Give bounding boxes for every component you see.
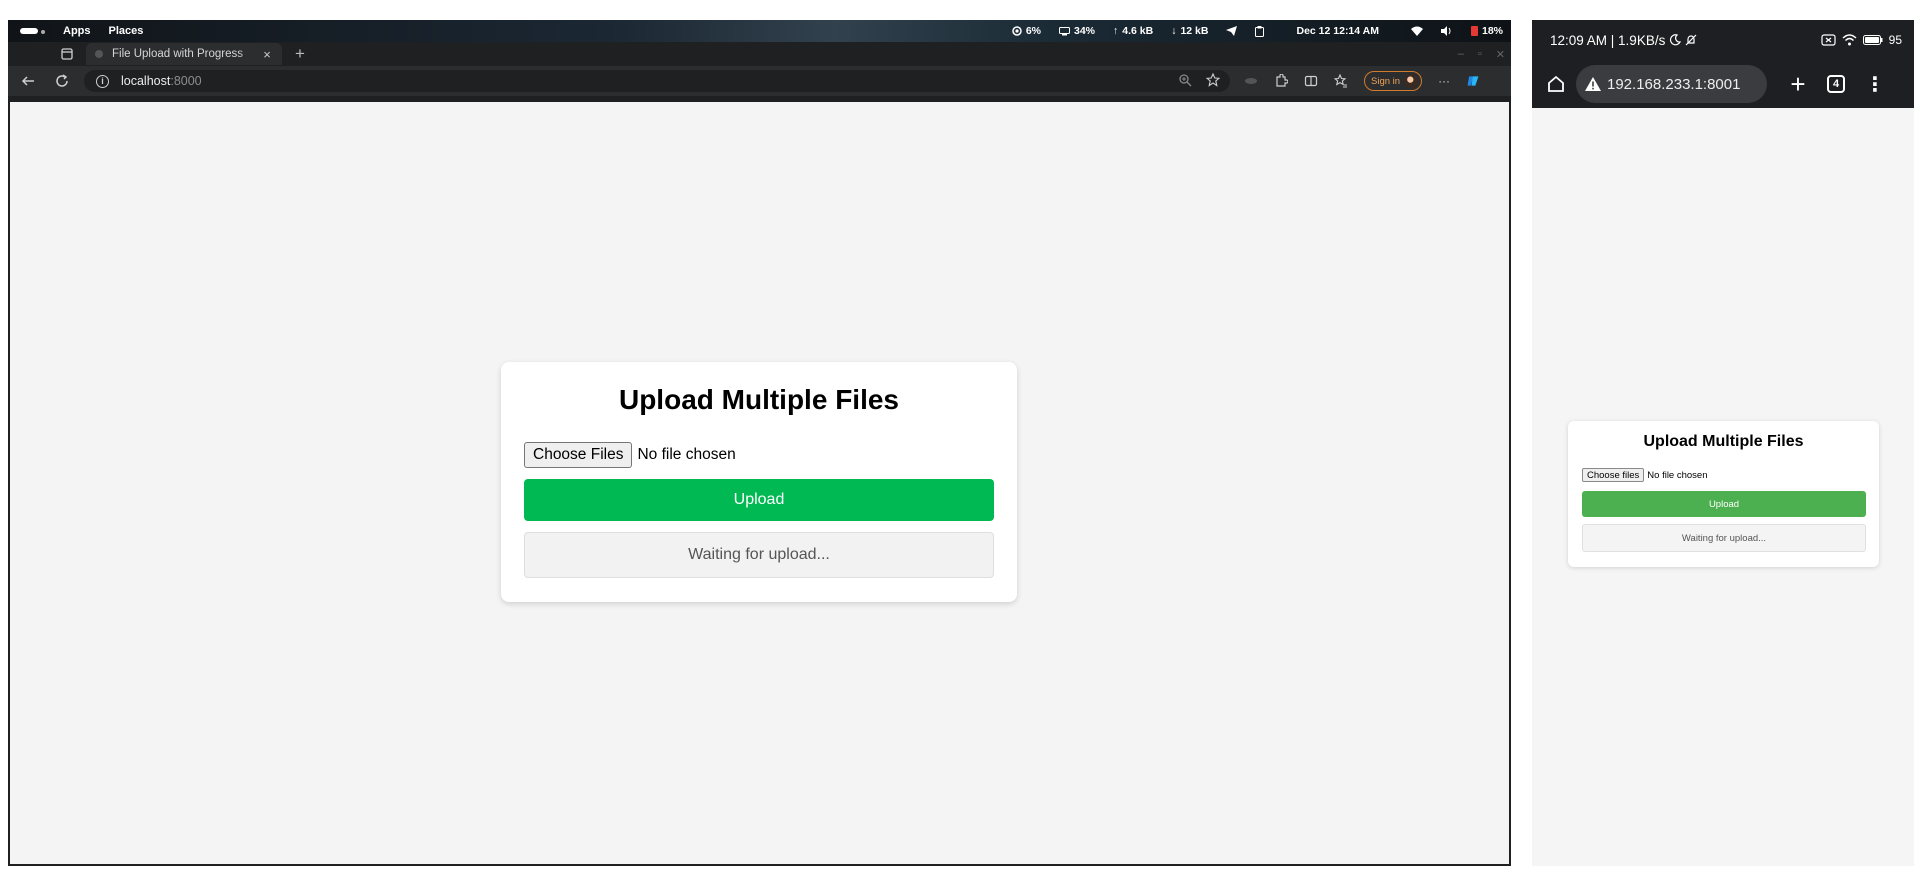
- memory-value: 34%: [1074, 25, 1096, 37]
- page-title: Upload Multiple Files: [1643, 433, 1804, 450]
- telegram-icon: [1226, 26, 1238, 36]
- arrow-up-icon: ↑: [1113, 25, 1119, 37]
- sign-in-label: Sign in: [1371, 75, 1401, 87]
- minimize-icon[interactable]: –: [1458, 48, 1464, 60]
- site-info-icon[interactable]: i: [96, 74, 109, 88]
- places-menu[interactable]: Places: [109, 25, 144, 37]
- favorite-star-icon[interactable]: [1206, 73, 1220, 87]
- upload-speed-indicator[interactable]: ↑ 4.6 kB: [1113, 25, 1153, 37]
- mobile-browser-toolbar: 192.168.233.1:8001 + 4 ⋮: [1532, 60, 1914, 108]
- upload-status: Waiting for upload...: [1582, 524, 1866, 552]
- warning-icon: [1585, 77, 1601, 91]
- choose-files-button[interactable]: Choose Files: [524, 442, 633, 468]
- mobile-address-bar[interactable]: 192.168.233.1:8001: [1576, 65, 1767, 103]
- tab-title: File Upload with Progress: [112, 48, 244, 60]
- page-title: Upload Multiple Files: [618, 384, 899, 415]
- upload-card: Upload Multiple Files Choose Files No fi…: [501, 362, 1017, 602]
- volume-tray[interactable]: [1440, 26, 1453, 36]
- avatar: [1404, 74, 1419, 88]
- new-tab-button[interactable]: +: [1787, 71, 1809, 97]
- download-speed-indicator[interactable]: ↓ 12 kB: [1171, 25, 1208, 37]
- tab-actions-icon: [61, 48, 73, 60]
- reload-button[interactable]: [52, 71, 72, 91]
- wifi-icon: [1842, 34, 1857, 46]
- system-top-bar: Apps Places 6% 34% ↑ 4.6 kB ↓ 12 kB Dec …: [8, 20, 1511, 42]
- no-file-text: No file chosen: [637, 446, 736, 463]
- upload-card: Upload Multiple Files Choose files No fi…: [1568, 421, 1879, 567]
- volume-icon: [1440, 26, 1451, 36]
- memory-indicator[interactable]: 34%: [1059, 25, 1095, 37]
- cpu-value: 6%: [1025, 25, 1041, 37]
- split-screen-icon[interactable]: [1304, 74, 1318, 88]
- extensions-puzzle-icon[interactable]: [1274, 74, 1288, 88]
- clock[interactable]: Dec 12 12:14 AM: [1296, 25, 1379, 37]
- url-host: localhost: [121, 74, 171, 88]
- memory-icon: [1059, 26, 1070, 35]
- browser-tab-strip: File Upload with Progress × + – ▫ ✕: [8, 42, 1511, 66]
- mobile-battery-value: 95: [1888, 33, 1902, 47]
- battery-icon: [1862, 35, 1883, 45]
- cpu-indicator[interactable]: 6%: [1012, 25, 1041, 37]
- tab-file-upload[interactable]: File Upload with Progress ×: [86, 43, 282, 65]
- clipboard-icon: [1255, 25, 1265, 37]
- battery-low-icon: [1470, 26, 1478, 36]
- battery-indicator[interactable]: 18%: [1470, 25, 1503, 37]
- page-viewport: Upload Multiple Files Choose Files No fi…: [10, 102, 1509, 864]
- address-bar[interactable]: i localhost:8000: [84, 70, 1230, 92]
- upload-speed-value: 4.6 kB: [1122, 25, 1154, 37]
- sim-off-icon: [1821, 34, 1836, 46]
- bell-muted-icon: [1685, 34, 1697, 46]
- download-speed-value: 12 kB: [1180, 25, 1209, 37]
- upload-button[interactable]: Upload: [1582, 491, 1866, 517]
- activities-indicator[interactable]: [20, 25, 45, 37]
- more-menu-icon[interactable]: ···: [1438, 74, 1450, 88]
- moon-icon: [1670, 34, 1682, 46]
- wifi-tray[interactable]: [1410, 26, 1423, 36]
- extension-dark-icon[interactable]: [1244, 74, 1258, 88]
- url-port: :8000: [170, 74, 202, 88]
- tab-actions-button[interactable]: [52, 48, 82, 60]
- kebab-menu-icon[interactable]: ⋮: [1865, 72, 1885, 97]
- battery-value: 18%: [1481, 25, 1503, 37]
- mobile-status-bar: 12:09 AM | 1.9KB/s 95: [1532, 20, 1914, 60]
- file-input[interactable]: Choose Files No file chosen: [524, 442, 736, 468]
- clipboard-tray[interactable]: [1255, 25, 1265, 37]
- new-tab-button[interactable]: +: [290, 44, 310, 64]
- favorites-icon[interactable]: [1334, 74, 1348, 88]
- upload-button[interactable]: Upload: [524, 479, 994, 521]
- upload-status: Waiting for upload...: [524, 532, 994, 578]
- close-window-icon[interactable]: ✕: [1496, 48, 1505, 61]
- back-button[interactable]: [18, 71, 38, 91]
- page-favicon-icon: [95, 50, 103, 58]
- cpu-icon: [1012, 26, 1022, 36]
- home-button[interactable]: [1544, 72, 1568, 96]
- mobile-screen: 12:09 AM | 1.9KB/s 95 192.168.233.1:8001…: [1532, 20, 1914, 866]
- sign-in-button[interactable]: Sign in: [1364, 71, 1423, 91]
- wifi-icon: [1410, 26, 1423, 36]
- url-text: localhost:8000: [121, 74, 202, 88]
- apps-menu[interactable]: Apps: [63, 25, 91, 37]
- arrow-down-icon: ↓: [1171, 25, 1177, 37]
- desktop-screen: Apps Places 6% 34% ↑ 4.6 kB ↓ 12 kB Dec …: [8, 20, 1511, 866]
- home-icon: [1548, 75, 1564, 92]
- telegram-tray[interactable]: [1226, 26, 1238, 36]
- no-file-text: No file chosen: [1647, 469, 1708, 481]
- arrow-left-icon: [21, 76, 34, 86]
- tab-close-icon[interactable]: ×: [260, 47, 274, 62]
- mobile-url-text: 192.168.233.1:8001: [1607, 75, 1741, 93]
- mobile-time-speed: 12:09 AM | 1.9KB/s: [1550, 32, 1666, 48]
- zoom-icon[interactable]: [1178, 73, 1192, 87]
- tab-count-button[interactable]: 4: [1827, 75, 1845, 93]
- copilot-icon[interactable]: [1466, 74, 1480, 88]
- reload-icon: [56, 74, 68, 87]
- restore-icon[interactable]: ▫: [1478, 48, 1482, 60]
- browser-toolbar: i localhost:8000 Sign in ···: [8, 66, 1511, 96]
- choose-files-button[interactable]: Choose files: [1582, 468, 1645, 482]
- file-input[interactable]: Choose files No file chosen: [1582, 468, 1707, 482]
